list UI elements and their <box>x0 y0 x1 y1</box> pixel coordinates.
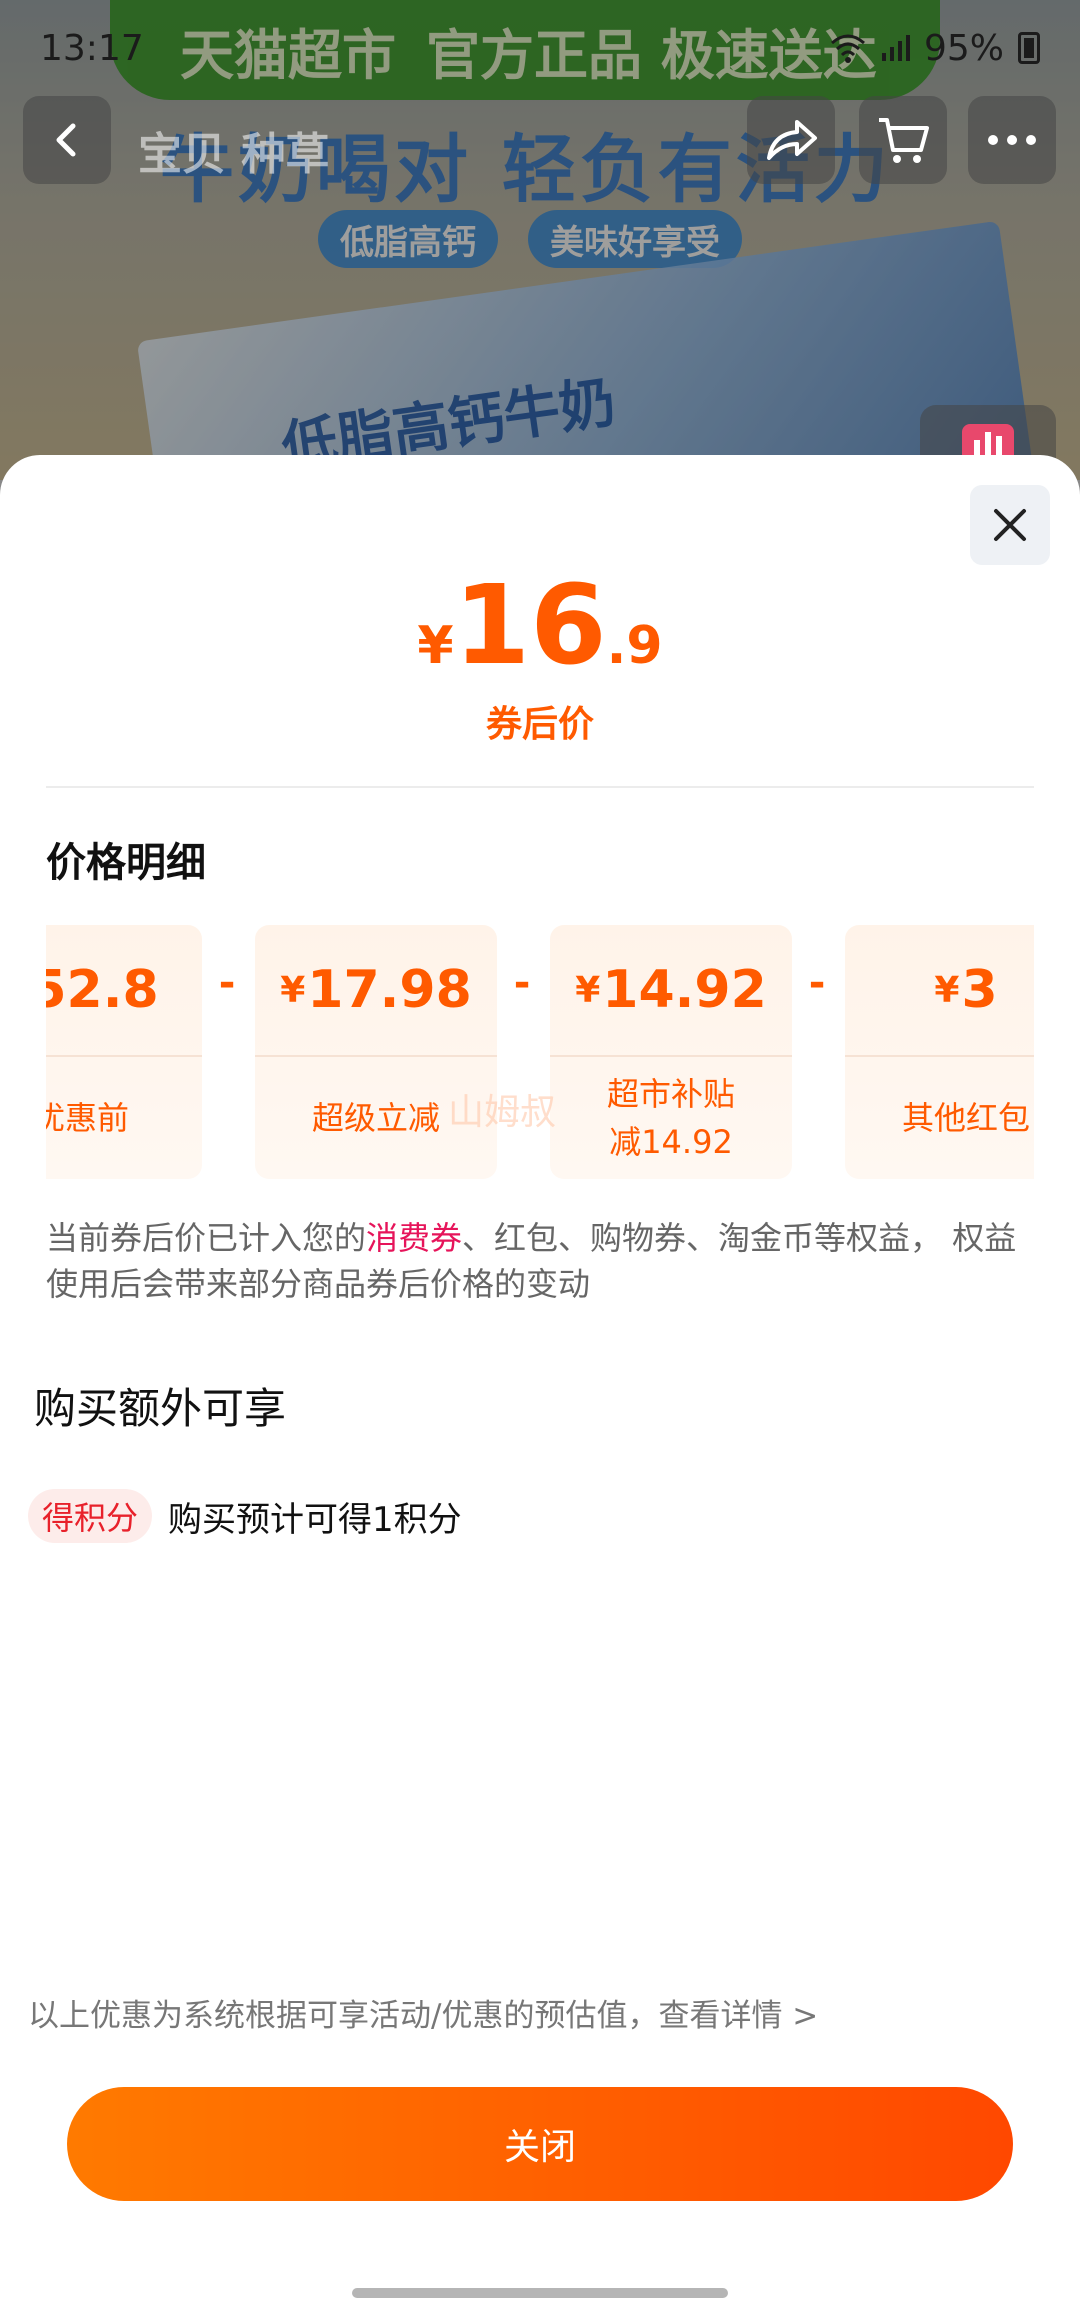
card-amount: 17.98 <box>307 960 472 1020</box>
wifi-icon <box>830 34 865 63</box>
close-sheet-button[interactable] <box>970 485 1050 565</box>
back-button[interactable] <box>23 96 111 184</box>
price-detail-title: 价格明细 <box>46 840 206 886</box>
price-label: 券后价 <box>485 704 594 745</box>
minus-operator: - <box>218 960 236 1006</box>
price-card-red-packet: ¥3 其他红包 <box>845 925 1034 1179</box>
card-label-text: 优惠前 <box>46 1099 129 1137</box>
minus-operator: - <box>808 960 826 1006</box>
card-label-text: 超级立减 <box>311 1099 440 1137</box>
watermark: 山姆叔 <box>448 1092 557 1133</box>
divider <box>46 786 1034 788</box>
share-icon <box>767 120 817 160</box>
points-row: 得积分 购买预计可得1积分 <box>28 1488 462 1544</box>
battery-percent: 95% <box>923 27 1004 69</box>
price-integer: 16 <box>453 561 607 689</box>
card-value: ¥17.98 <box>255 925 497 1055</box>
close-button[interactable]: 关闭 <box>67 2087 1013 2201</box>
card-label-sub: 减14.92 <box>609 1123 733 1161</box>
card-label: 优惠前 <box>46 1057 202 1179</box>
card-currency: ¥ <box>934 969 960 1011</box>
price-card-instant-discount: ¥17.98 超级立减 <box>255 925 497 1179</box>
card-label: 其他红包 <box>845 1057 1034 1179</box>
note-highlight: 消费券 <box>366 1219 463 1257</box>
signal-icon <box>881 35 910 61</box>
status-bar: 13:17 95% <box>0 0 1080 96</box>
points-text: 购买预计可得1积分 <box>168 1499 462 1540</box>
price-card-subsidy: ¥14.92 超市补贴 减14.92 <box>550 925 792 1179</box>
card-amount: 3 <box>961 960 998 1020</box>
status-icons: 95% <box>830 28 1040 69</box>
price-decimal: .9 <box>606 616 663 676</box>
nav-tabs: 宝贝 种草 <box>138 129 330 180</box>
status-time: 13:17 <box>40 27 144 69</box>
battery-icon <box>1018 32 1040 64</box>
card-amount: 14.92 <box>602 960 767 1020</box>
more-icon <box>988 135 1036 145</box>
card-label-text: 超市补贴 <box>606 1075 735 1113</box>
more-button[interactable] <box>968 96 1056 184</box>
card-value: ¥3 <box>845 925 1034 1055</box>
final-price: ¥16.9 <box>0 570 1080 680</box>
close-icon <box>994 509 1026 541</box>
cart-icon <box>879 118 929 163</box>
card-value: ¥14.92 <box>550 925 792 1055</box>
price-symbol: ¥ <box>417 616 454 676</box>
chevron-left-icon <box>56 123 76 157</box>
note-prefix: 当前券后价已计入您的 <box>46 1219 367 1257</box>
view-details-link[interactable]: 以上优惠为系统根据可享活动/优惠的预估值，查看详情 > <box>28 1990 818 2035</box>
cart-button[interactable] <box>859 96 947 184</box>
share-button[interactable] <box>747 96 835 184</box>
extra-benefits-title: 购买额外可享 <box>34 1384 287 1433</box>
card-label-text: 其他红包 <box>901 1099 1030 1137</box>
price-note: 当前券后价已计入您的消费券、红包、购物券、淘金币等权益， 权益使用后会带来部分商… <box>46 1215 1036 1307</box>
points-badge: 得积分 <box>28 1489 153 1543</box>
price-card-original: ¥52.8 优惠前 <box>46 925 202 1179</box>
card-currency: ¥ <box>280 969 306 1011</box>
card-value: ¥52.8 <box>46 925 202 1055</box>
home-indicator <box>352 2288 728 2298</box>
card-currency: ¥ <box>575 969 601 1011</box>
card-label: 超市补贴 减14.92 <box>550 1057 792 1179</box>
card-amount: 52.8 <box>46 960 159 1020</box>
minus-operator: - <box>513 960 531 1006</box>
